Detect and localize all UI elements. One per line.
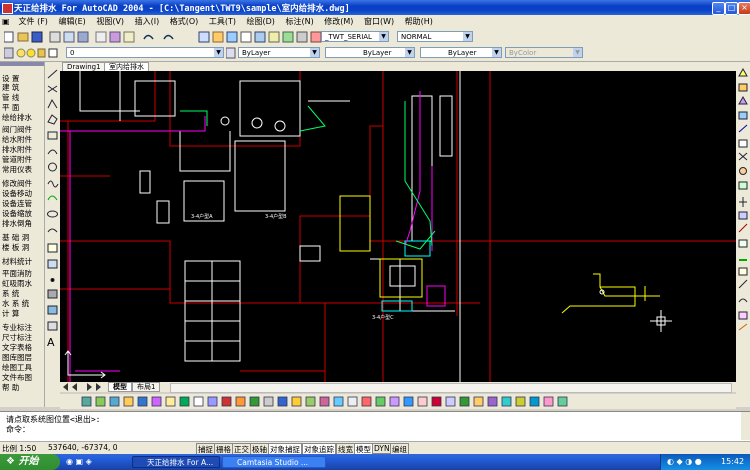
- taskbar-item-camtasia[interactable]: Camtasia Studio ...: [222, 456, 326, 468]
- menu-help[interactable]: 帮助(H): [401, 15, 437, 29]
- layer-prev-icon[interactable]: [226, 47, 236, 59]
- room-label: 3-4户型C: [372, 314, 394, 321]
- draw-toolbar: A: [45, 62, 60, 407]
- document-tabs: Drawing1 室内给排水: [60, 62, 736, 73]
- command-scrollbar[interactable]: [741, 412, 750, 440]
- tangent-menu-item[interactable]: 排水倒角: [2, 218, 32, 229]
- room-label: 3-4户型A: [191, 213, 213, 220]
- text-style-combo[interactable]: _TWT_SERIAL ▼: [321, 31, 389, 42]
- ucs-icon: [64, 350, 106, 379]
- toolbar-icon-set[interactable]: [4, 31, 322, 43]
- canvas-annotations: 3-4户型A 3-4户型B 3-4户型C: [191, 213, 394, 321]
- app-icon[interactable]: [2, 3, 13, 14]
- system-tray: ◐ ◆ ◑ ● 15:42: [660, 454, 750, 470]
- start-button[interactable]: ❖ 开始: [0, 454, 60, 470]
- chevron-down-icon: ▼: [573, 48, 582, 57]
- text-style-value: _TWT_SERIAL: [325, 33, 372, 41]
- command-history-line: 请点取系统图位置<退出>:: [6, 415, 101, 424]
- panel-grip[interactable]: [0, 62, 44, 66]
- menu-edit[interactable]: 编辑(E): [54, 15, 89, 29]
- tab-scroll-arrows-icon[interactable]: [62, 383, 102, 391]
- tangent-bottom-toolbar: [60, 394, 736, 409]
- tangent-menu-item[interactable]: 绘给排水: [2, 112, 32, 123]
- chevron-down-icon[interactable]: ▼: [463, 32, 472, 41]
- minimize-button[interactable]: _: [712, 2, 725, 15]
- chevron-down-icon[interactable]: ▼: [310, 48, 319, 57]
- layer-state-icons[interactable]: [4, 47, 66, 59]
- chevron-down-icon[interactable]: ▼: [379, 32, 388, 41]
- dim-style-combo[interactable]: NORMAL ▼: [397, 31, 473, 42]
- horizontal-scrollbar[interactable]: [170, 383, 732, 393]
- modify-tool-icons[interactable]: [736, 62, 750, 407]
- tray-icons[interactable]: ◐ ◆ ◑ ●: [667, 457, 702, 466]
- modify-toolbar: [736, 62, 750, 407]
- layers-toolbar: 0 ▼ ByLayer ▼ ByLayer ▼ ByLayer ▼ ByColo…: [0, 45, 750, 62]
- lineweight-value: ByLayer: [448, 49, 477, 57]
- plotstyle-value: ByColor: [509, 49, 537, 57]
- chevron-down-icon[interactable]: ▼: [492, 48, 501, 57]
- tangent-menu-item[interactable]: 计 算: [2, 308, 19, 319]
- doc-icon[interactable]: ▣: [0, 15, 12, 29]
- menu-dimension[interactable]: 标注(N): [281, 15, 317, 29]
- menu-tools[interactable]: 工具(T): [205, 15, 240, 29]
- tangent-menu-panel: 设 置建 筑管 线平 面绘给排水 阀门阀件 给水附件 排水附件 管道附件 常用仪表 修改阀件…: [0, 62, 45, 407]
- chevron-down-icon[interactable]: ▼: [405, 48, 414, 57]
- draw-tool-icons[interactable]: A: [45, 62, 60, 407]
- drawing-canvas[interactable]: 3-4户型A 3-4户型B 3-4户型C: [60, 71, 736, 382]
- command-prompt[interactable]: 命令：: [0, 425, 750, 435]
- menu-view[interactable]: 视图(V): [92, 15, 128, 29]
- color-combo[interactable]: ByLayer ▼: [238, 47, 320, 58]
- lineweight-combo[interactable]: ByLayer ▼: [420, 47, 502, 58]
- bottom-tool-icons[interactable]: [60, 394, 736, 409]
- menu-format[interactable]: 格式(O): [166, 15, 203, 29]
- windows-taskbar: ❖ 开始 ◉ ▣ ◈ 天正给排水 For A... Camtasia Studi…: [0, 454, 750, 470]
- dyn-toggle[interactable]: DYN: [372, 443, 392, 454]
- chevron-down-icon[interactable]: ▼: [214, 48, 223, 57]
- menu-bar: ▣ 文件 (F) 编辑(E) 视图(V) 插入(I) 格式(O) 工具(T) 绘…: [0, 15, 750, 29]
- tangent-menu-item[interactable]: 常用仪表: [2, 164, 32, 175]
- crosshair-cursor: [650, 310, 672, 332]
- scale-indicator[interactable]: 比例 1:50: [2, 443, 36, 454]
- quicklaunch-icons[interactable]: ◉ ▣ ◈: [66, 457, 92, 466]
- water-pipes: [60, 91, 660, 382]
- windows-logo-icon: ❖: [6, 456, 15, 467]
- layer-combo[interactable]: 0 ▼: [66, 47, 224, 58]
- room-label: 3-4户型B: [265, 213, 287, 220]
- layer-value: 0: [70, 49, 75, 57]
- standard-toolbar: _TWT_SERIAL ▼ NORMAL ▼: [0, 29, 750, 45]
- status-bar: 比例 1:50 537640, -67374, 0 捕捉 栅格 正交 极轴 对象…: [0, 441, 750, 456]
- taskbar-item-cad[interactable]: 天正给排水 For A...: [132, 456, 220, 468]
- menu-window[interactable]: 窗口(W): [360, 15, 398, 29]
- menu-draw[interactable]: 绘图(D): [243, 15, 279, 29]
- clock[interactable]: 15:42: [721, 457, 744, 466]
- floor-plan-drawing[interactable]: 3-4户型A 3-4户型B 3-4户型C: [60, 71, 736, 382]
- plotstyle-combo: ByColor ▼: [505, 47, 583, 58]
- color-value: ByLayer: [242, 49, 271, 57]
- svg-text:A: A: [47, 336, 55, 349]
- close-button[interactable]: ×: [738, 2, 750, 15]
- tangent-menu-item[interactable]: 帮 助: [2, 382, 19, 393]
- standard-toolbar-icons[interactable]: [4, 31, 339, 43]
- tangent-menu-item[interactable]: 楼 板 洞: [2, 242, 29, 253]
- window-title: 天正给排水 For AutoCAD 2004 - [C:\Tangent\TWT…: [14, 4, 350, 14]
- linetype-value: ByLayer: [363, 49, 392, 57]
- tab-model[interactable]: 模型: [108, 382, 132, 392]
- start-label: 开始: [18, 456, 39, 467]
- command-window[interactable]: 请点取系统图位置<退出>: 命令：: [0, 411, 750, 441]
- linetype-combo[interactable]: ByLayer ▼: [325, 47, 415, 58]
- maximize-button[interactable]: □: [725, 2, 738, 15]
- building-walls: [60, 71, 736, 382]
- layout-tabs-bar: 模型 布局1: [60, 382, 736, 393]
- dim-style-value: NORMAL: [401, 33, 432, 41]
- menu-insert[interactable]: 插入(I): [131, 15, 164, 29]
- menu-file[interactable]: 文件 (F): [15, 15, 52, 29]
- coordinate-readout: 537640, -67374, 0: [48, 443, 118, 452]
- tangent-menu-item[interactable]: 材料统计: [2, 256, 32, 267]
- title-bar: 天正给排水 For AutoCAD 2004 - [C:\Tangent\TWT…: [0, 0, 750, 15]
- tab-layout1[interactable]: 布局1: [132, 382, 161, 392]
- menu-modify[interactable]: 修改(M): [320, 15, 357, 29]
